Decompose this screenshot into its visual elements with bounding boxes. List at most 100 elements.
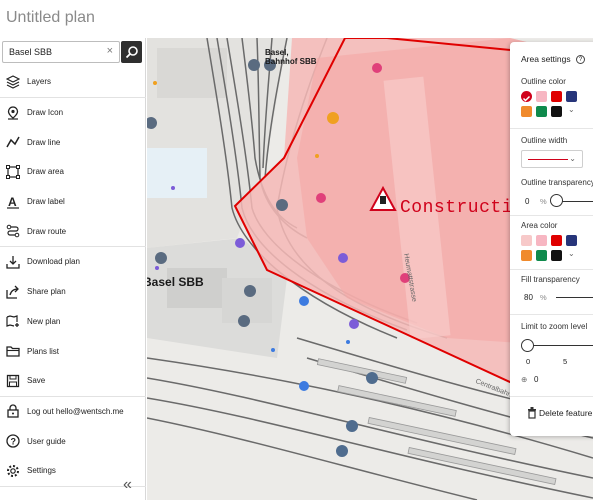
delete-feature-button[interactable]: Delete feature <box>521 402 593 424</box>
new-map-icon <box>6 314 20 328</box>
outline-color-label: Outline color <box>521 77 566 86</box>
help-icon: ? <box>6 434 20 448</box>
area-color-swatch[interactable] <box>551 235 562 246</box>
layers-icon <box>6 75 20 89</box>
text-icon: A <box>6 195 20 209</box>
sidebar-item-label: Draw route <box>27 226 67 236</box>
delete-feature-label: Delete feature <box>539 408 593 418</box>
outline-width-select[interactable]: ⌄ <box>521 150 583 168</box>
sidebar-item-plans-list[interactable]: Plans list <box>0 336 146 366</box>
polyline-icon <box>6 135 20 149</box>
outline-transparency-unit: % <box>540 197 547 206</box>
sidebar-item-label: Share plan <box>27 287 66 297</box>
outline-color-swatch[interactable] <box>551 91 562 102</box>
sidebar-item-layers[interactable]: Layers <box>0 67 146 97</box>
clear-search-icon[interactable]: × <box>107 45 113 57</box>
area-color-swatch[interactable] <box>521 235 532 246</box>
folder-icon <box>6 344 20 358</box>
outline-transparency-knob[interactable] <box>550 194 563 207</box>
area-settings-panel: Area settings ? Outline color ⌄ Outline … <box>510 42 593 436</box>
area-color-swatch[interactable] <box>551 250 562 261</box>
outline-width-label: Outline width <box>521 136 568 145</box>
route-icon <box>6 224 20 238</box>
sidebar-item-logout[interactable]: Log out hello@wentsch.me <box>0 397 146 427</box>
sidebar-item-label: User guide <box>27 436 66 446</box>
help-icon[interactable]: ? <box>576 55 585 65</box>
sidebar-item-label: Draw label <box>27 197 65 207</box>
sidebar-item-new-plan[interactable]: New plan <box>0 307 146 337</box>
outline-color-swatch[interactable] <box>521 91 532 102</box>
plan-title[interactable]: Untitled plan <box>6 9 95 27</box>
gear-icon <box>6 464 20 478</box>
polygon-icon <box>6 164 20 179</box>
download-icon <box>6 255 20 269</box>
svg-text:A: A <box>8 195 17 209</box>
panel-title-text: Area settings <box>521 54 571 64</box>
sidebar-item-label: Layers <box>27 77 52 87</box>
sidebar-item-save[interactable]: Save <box>0 366 146 396</box>
panel-title: Area settings ? <box>521 54 585 65</box>
zoom-limit-label: Limit to zoom level <box>521 322 588 331</box>
divider <box>510 314 593 315</box>
sidebar-item-user-guide[interactable]: ? User guide <box>0 426 146 456</box>
sidebar-item-draw-line[interactable]: Draw line <box>0 127 146 157</box>
fill-transparency-track[interactable] <box>556 297 593 298</box>
collapse-sidebar-icon[interactable]: « <box>123 476 132 494</box>
sidebar-item-draw-route[interactable]: Draw route <box>0 216 146 246</box>
sidebar-item-label: Save <box>27 376 46 386</box>
trash-icon <box>528 407 536 419</box>
lock-icon <box>6 404 20 419</box>
search-row: Basel SBB × <box>2 41 143 65</box>
outline-color-swatch[interactable] <box>551 106 562 117</box>
fill-transparency-input[interactable]: 80 <box>524 293 533 302</box>
chevron-down-icon[interactable]: ⌄ <box>568 249 575 258</box>
station-label-main: Basel SBB <box>147 275 204 289</box>
zoom-level-input[interactable]: 0 <box>534 375 538 384</box>
sidebar-item-download-plan[interactable]: Download plan <box>0 247 146 277</box>
zoom-limit-track[interactable] <box>527 345 593 346</box>
share-icon <box>6 285 20 299</box>
fill-transparency-unit: % <box>540 293 547 302</box>
outline-color-swatch[interactable] <box>536 91 547 102</box>
sidebar-item-draw-area[interactable]: Draw area <box>0 157 146 187</box>
sidebar-item-share-plan[interactable]: Share plan <box>0 277 146 307</box>
sidebar-item-label: Draw Icon <box>27 108 64 118</box>
area-color-swatch[interactable] <box>521 250 532 261</box>
sidebar-menu: Layers Draw Icon Draw line Draw area A Draw l… <box>0 67 146 487</box>
divider <box>510 269 593 270</box>
fill-transparency-label: Fill transparency <box>521 275 580 284</box>
sidebar-item-label: Log out hello@wentsch.me <box>27 406 124 416</box>
area-color-swatch[interactable] <box>536 235 547 246</box>
sidebar-item-label: Draw area <box>27 167 64 177</box>
sidebar-item-label: Plans list <box>27 346 60 356</box>
area-color-swatch[interactable] <box>566 235 577 246</box>
outline-color-swatch[interactable] <box>521 106 532 117</box>
title-bar: Untitled plan <box>0 0 593 38</box>
outline-color-swatch[interactable] <box>536 106 547 117</box>
divider <box>510 396 593 397</box>
location-pin-icon <box>6 105 20 120</box>
sidebar-item-label: Download plan <box>27 257 80 267</box>
sidebar-item-draw-label[interactable]: A Draw label <box>0 187 146 217</box>
outline-transparency-label: Outline transparency <box>521 178 593 187</box>
outline-transparency-input[interactable]: 0 <box>525 197 529 206</box>
area-color-swatch[interactable] <box>536 250 547 261</box>
sidebar-item-label: New plan <box>27 316 61 326</box>
divider <box>510 215 593 216</box>
sidebar: Basel SBB × Layers Draw Icon Draw line Draw… <box>0 38 146 500</box>
line-preview <box>528 159 568 160</box>
zoom-limit-knob[interactable] <box>521 339 534 352</box>
save-icon <box>6 374 20 388</box>
sidebar-item-draw-icon[interactable]: Draw Icon <box>0 98 146 128</box>
search-button[interactable] <box>121 41 142 63</box>
area-color-label: Area color <box>521 221 558 230</box>
outline-color-swatch[interactable] <box>566 91 577 102</box>
search-icon <box>125 46 138 59</box>
search-input[interactable]: Basel SBB × <box>2 41 120 63</box>
divider <box>510 128 593 129</box>
sidebar-item-label: Settings <box>27 466 56 476</box>
zoom-min-tick: 0 <box>526 357 531 366</box>
chevron-down-icon[interactable]: ⌄ <box>568 105 575 114</box>
svg-text:?: ? <box>11 437 17 447</box>
zoom-in-icon: ⊕ <box>521 375 528 384</box>
